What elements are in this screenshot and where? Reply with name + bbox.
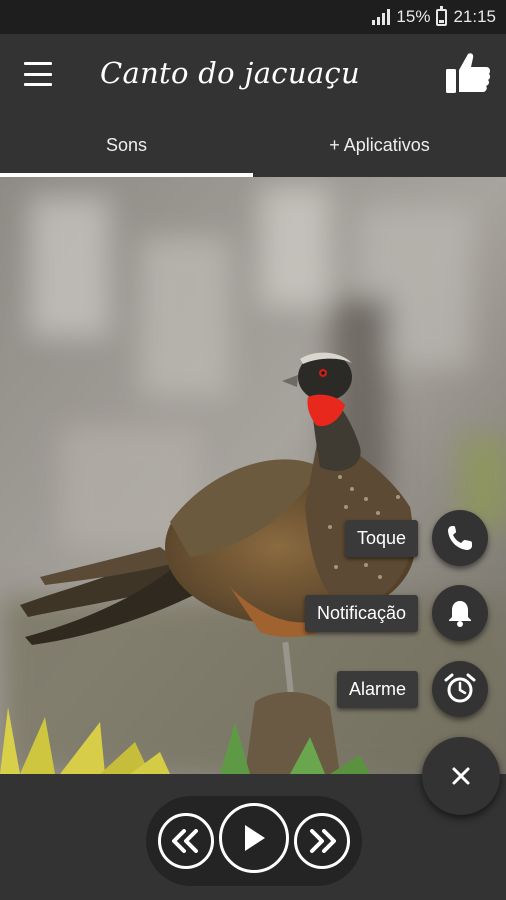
phone-icon[interactable]	[432, 510, 488, 566]
tab-bar: Sons + Aplicativos	[0, 114, 506, 177]
tab-aplicativos[interactable]: + Aplicativos	[253, 114, 506, 177]
action-toque: Toque	[344, 510, 488, 566]
alarme-label[interactable]: Alarme	[336, 670, 418, 708]
status-bar: 15% 21:15	[0, 0, 506, 34]
close-icon[interactable]	[422, 737, 500, 815]
menu-icon[interactable]	[24, 62, 52, 86]
app-title: Canto do jacuaçu	[100, 56, 360, 90]
toque-label[interactable]: Toque	[344, 519, 418, 557]
action-alarme: Alarme	[336, 661, 488, 717]
alarm-clock-icon[interactable]	[432, 661, 488, 717]
thumbs-up-icon[interactable]	[444, 49, 492, 97]
action-notificacao: Notificação	[304, 585, 488, 641]
fast-forward-icon[interactable]	[294, 813, 350, 869]
notificacao-label[interactable]: Notificação	[304, 594, 418, 632]
tab-sons[interactable]: Sons	[0, 114, 253, 177]
clock: 21:15	[453, 7, 496, 26]
battery-percent: 15%	[396, 7, 431, 26]
bell-icon[interactable]	[432, 585, 488, 641]
rewind-icon[interactable]	[158, 813, 214, 869]
signal-icon	[372, 9, 391, 25]
player-controls	[146, 796, 362, 886]
play-icon[interactable]	[219, 803, 289, 873]
battery-icon	[436, 5, 448, 26]
app-bar: Canto do jacuaçu	[0, 34, 506, 114]
